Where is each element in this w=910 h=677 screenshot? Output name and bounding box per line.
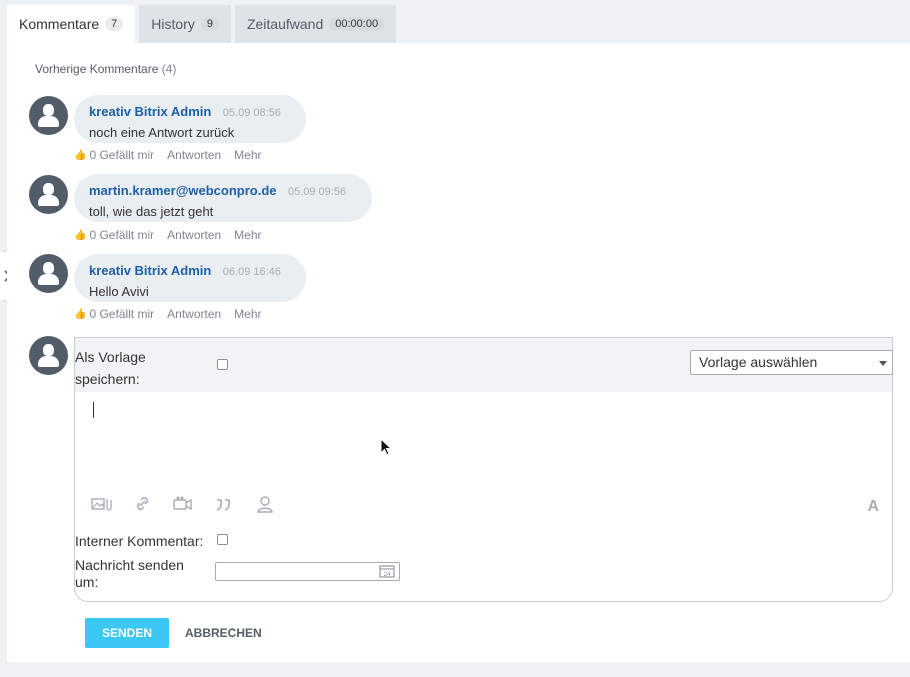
calendar-icon[interactable]: 24 [379,564,395,578]
tab-count-badge: 9 [200,17,219,31]
avatar[interactable] [29,175,68,214]
cancel-button[interactable]: ABBRECHEN [185,618,262,648]
avatar[interactable] [29,254,68,293]
tab-count-badge: 00:00:00 [329,17,385,31]
chevron-down-icon [879,361,887,366]
user-body-shape [38,274,59,285]
tab-zeitaufwand[interactable]: Zeitaufwand 00:00:00 [234,5,397,43]
previous-comments-link[interactable]: Vorherige Kommentare (4) [35,62,176,76]
text-caret [93,402,94,418]
comment-bubble: kreativ Bitrix Admin 05.09 08:56 noch ei… [74,95,306,143]
font-format-button[interactable]: A [867,498,879,516]
send-button[interactable]: SENDEN [85,618,169,648]
tab-label: Zeitaufwand [246,16,324,32]
comment-time: 05.09 09:56 [287,186,347,198]
internal-comment-checkbox[interactable] [217,534,228,545]
tab-label: Kommentare [19,16,100,32]
tab-history[interactable]: History 9 [139,5,231,43]
thumbs-up-icon: 👍 [74,149,87,161]
comment-bubble: martin.kramer@webconpro.de 05.09 09:56 t… [74,174,372,222]
user-head-shape [43,344,54,356]
comments-panel: Vorherige Kommentare (4) kreativ Bitrix … [7,43,910,662]
calendar-day-text: 24 [384,572,391,578]
comment-text: Hello Avivi [89,284,149,299]
user-body-shape [38,195,59,206]
template-select[interactable]: Vorlage auswählen [690,350,893,375]
tab-label: History [151,16,195,32]
thumbs-up-icon: 👍 [74,308,87,320]
editor-toolbar [91,495,296,513]
image-icon[interactable] [91,495,112,513]
thumbs-up-icon: 👍 [74,229,87,241]
comment-actions: 👍 0 Gefällt mir Antworten Mehr [74,148,275,162]
send-at-label: Nachricht senden um: [75,557,184,590]
internal-comment-label: Interner Kommentar: [75,533,204,549]
comment-form: Als Vorlage speichern: Vorlage auswählen [74,337,893,602]
like-link[interactable]: 0 Gefällt mir [89,307,154,321]
comment-text: noch eine Antwort zurück [89,125,235,140]
send-at-datetime-input[interactable]: 24 [215,562,400,581]
tab-count-badge: 7 [105,17,124,31]
previous-comments-count: (4) [161,62,177,76]
comment-author[interactable]: kreativ Bitrix Admin [89,263,211,278]
user-head-shape [43,183,54,195]
comment-author[interactable]: kreativ Bitrix Admin [89,104,211,119]
comment-editor[interactable] [75,392,892,488]
reply-link[interactable]: Antworten [167,307,221,321]
comment-actions: 👍 0 Gefällt mir Antworten Mehr [74,228,275,242]
reply-link[interactable]: Antworten [167,148,221,162]
quote-icon[interactable] [214,495,235,513]
comment-actions: 👍 0 Gefällt mir Antworten Mehr [74,307,275,321]
mouse-pointer-icon [380,438,393,456]
template-select-value: Vorlage auswählen [699,354,818,370]
more-link[interactable]: Mehr [234,148,261,162]
save-as-template-label: Als Vorlage speichern: [75,349,146,387]
mention-icon[interactable] [255,495,276,513]
more-link[interactable]: Mehr [234,228,261,242]
tab-kommentare[interactable]: Kommentare 7 [7,5,136,43]
avatar[interactable] [29,96,68,135]
comment-time: 06.09 16:46 [222,266,281,278]
comment-bubble: kreativ Bitrix Admin 06.09 16:46 Hello A… [74,254,306,302]
reply-link[interactable]: Antworten [167,228,221,242]
user-body-shape [38,356,59,367]
current-user-avatar [29,336,68,375]
user-head-shape [43,104,54,116]
comment-time: 05.09 08:56 [222,107,281,119]
user-head-shape [43,262,54,274]
tab-bar: Kommentare 7 History 9 Zeitaufwand 00:00… [7,5,400,43]
link-icon[interactable] [132,495,153,513]
comment-author[interactable]: martin.kramer@webconpro.de [89,183,277,198]
comment-text: toll, wie das jetzt geht [89,204,214,219]
video-icon[interactable] [173,495,194,513]
template-bar: Als Vorlage speichern: Vorlage auswählen [75,338,893,392]
more-link[interactable]: Mehr [234,307,261,321]
user-body-shape [38,116,59,127]
save-as-template-checkbox[interactable] [217,359,228,370]
like-link[interactable]: 0 Gefällt mir [89,148,154,162]
like-link[interactable]: 0 Gefällt mir [89,228,154,242]
previous-comments-label: Vorherige Kommentare [35,62,159,76]
